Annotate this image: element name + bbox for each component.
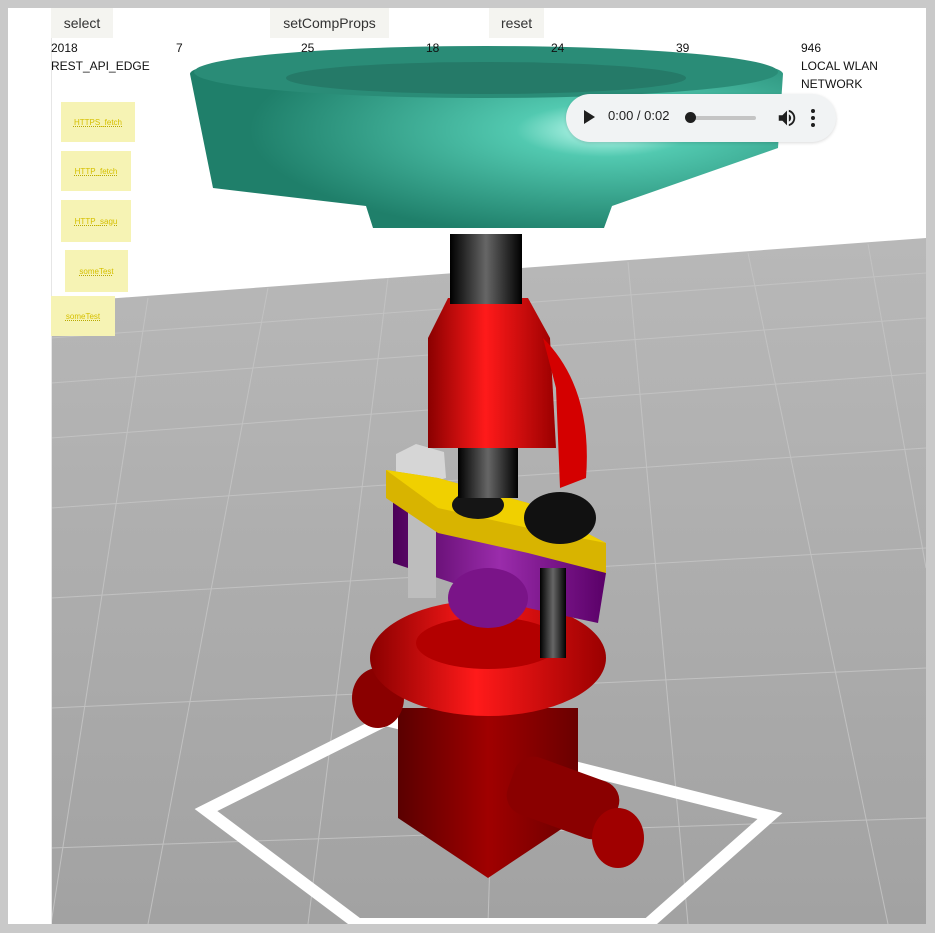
local-wlan-label-line2: NETWORK — [801, 77, 863, 91]
stat-value-4: 18 — [426, 41, 440, 55]
stat-value-1: 2018 — [51, 41, 78, 55]
chip-https-fetch[interactable]: HTTPS_fetch — [61, 102, 135, 142]
local-wlan-label-line1: LOCAL WLAN — [801, 59, 878, 73]
play-icon[interactable] — [584, 110, 595, 124]
audio-progress-knob[interactable] — [685, 112, 696, 123]
setcompprops-button[interactable]: setCompProps — [270, 8, 389, 38]
stat-value-6: 39 — [676, 41, 690, 55]
stat-value-7: 946 — [801, 41, 822, 55]
audio-time: 0:00 / 0:02 — [608, 108, 670, 123]
stat-value-3: 25 — [301, 41, 315, 55]
app-frame: select setCompProps reset 2018 7 25 18 2… — [8, 8, 926, 924]
stat-value-2: 7 — [176, 41, 183, 55]
audio-progress-track[interactable] — [690, 116, 756, 120]
stat-value-5: 24 — [551, 41, 565, 55]
select-button[interactable]: select — [51, 8, 113, 38]
chip-sometest-2[interactable]: someTest — [51, 296, 115, 336]
chip-http-fetch[interactable]: HTTP_fetch — [61, 151, 131, 191]
left-rail — [29, 8, 52, 924]
more-vert-icon[interactable] — [810, 107, 816, 129]
rest-api-edge-label: REST_API_EDGE — [51, 59, 150, 73]
3d-viewport[interactable] — [8, 8, 926, 924]
chip-http-sagu[interactable]: HTTP_sagu — [61, 200, 131, 242]
reset-button[interactable]: reset — [489, 8, 544, 38]
volume-icon[interactable] — [776, 107, 798, 129]
chip-sometest-1[interactable]: someTest — [65, 250, 128, 292]
audio-player[interactable]: 0:00 / 0:02 — [566, 94, 836, 142]
